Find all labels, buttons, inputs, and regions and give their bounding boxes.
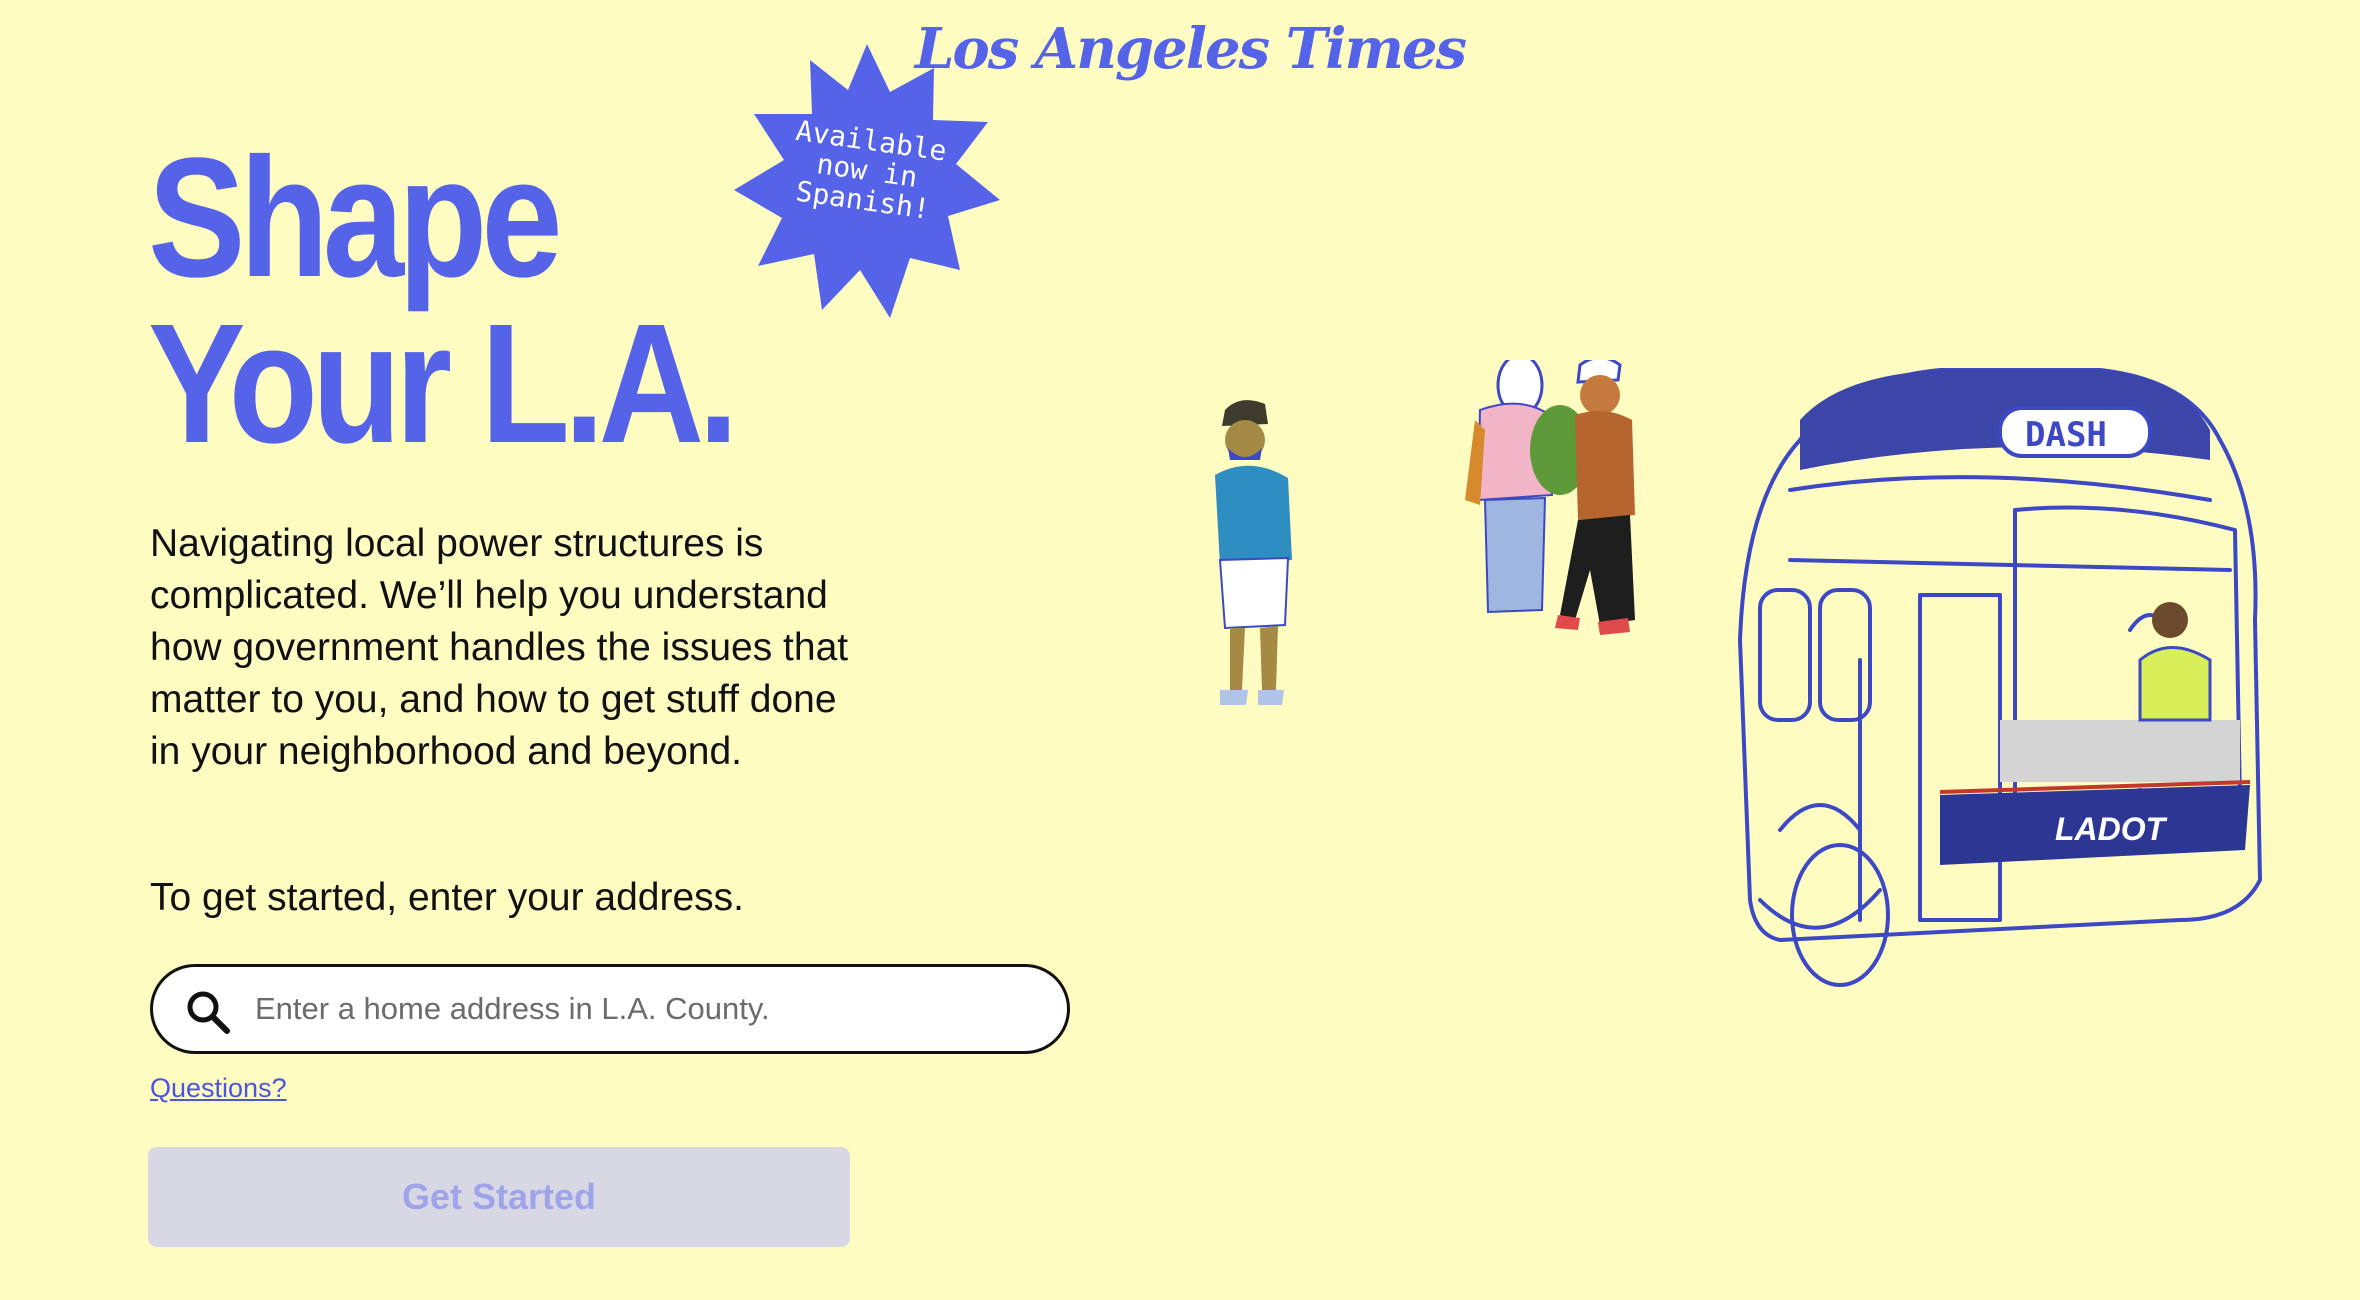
person-teal-shirt <box>1215 400 1292 705</box>
bus-window-panel <box>2000 720 2240 782</box>
address-search-box[interactable] <box>150 964 1070 1054</box>
intro-paragraph: Navigating local power structures is com… <box>150 522 849 773</box>
questions-link[interactable]: Questions? <box>150 1070 287 1106</box>
search-icon <box>187 991 230 1034</box>
bus-driver <box>2138 602 2212 722</box>
page: Los Angeles Times Shape Your L.A. Availa… <box>0 0 2360 1300</box>
page-title-line-1: Shape <box>148 123 563 313</box>
bus-front-label: LADOT <box>2055 811 2168 847</box>
spanish-availability-badge[interactable]: Available now in Spanish! <box>730 40 1004 322</box>
page-title-line-2: Your L.A. <box>148 289 739 479</box>
bus-stop-illustration: DASH LADOT <box>1215 360 2262 987</box>
bus-wheel <box>1790 843 1890 987</box>
person-striped-shirt <box>1465 360 1554 614</box>
address-prompt: To get started, enter your address. <box>150 876 744 919</box>
address-search-input[interactable] <box>253 983 1043 1035</box>
get-started-button[interactable]: Get Started <box>148 1147 850 1247</box>
bus-sign-text: DASH <box>2025 415 2107 455</box>
page-title: Shape Your L.A. <box>148 123 802 479</box>
